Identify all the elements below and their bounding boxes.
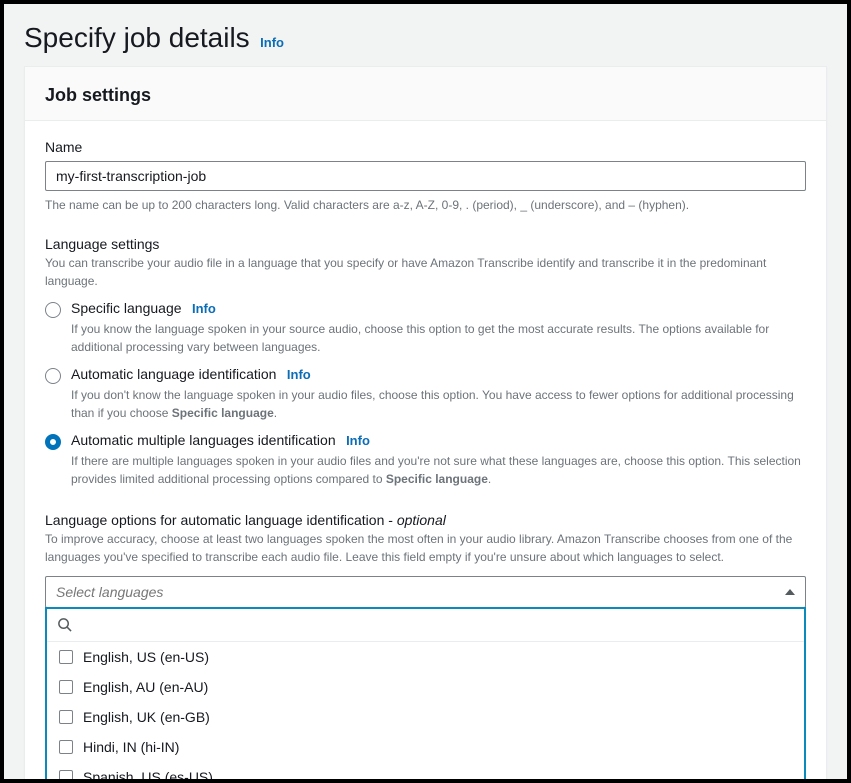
panel-body: Name The name can be up to 200 character… bbox=[25, 121, 826, 779]
multiselect-placeholder: Select languages bbox=[56, 584, 785, 600]
radio-auto-multiple-languages[interactable]: Automatic multiple languages identificat… bbox=[45, 432, 806, 488]
name-help-text: The name can be up to 200 characters lon… bbox=[45, 197, 806, 214]
option-label: English, US (en-US) bbox=[83, 649, 209, 665]
option-label: Spanish, US (es-US) bbox=[83, 769, 213, 779]
name-input[interactable] bbox=[45, 161, 806, 191]
radio-content: Automatic language identification Info I… bbox=[71, 366, 806, 422]
multiselect-header[interactable]: Select languages bbox=[46, 577, 805, 607]
language-options-title: Language options for automatic language … bbox=[45, 512, 806, 528]
radio-specific-language[interactable]: Specific language Info If you know the l… bbox=[45, 300, 806, 356]
radio-content: Automatic multiple languages identificat… bbox=[71, 432, 806, 488]
checkbox[interactable] bbox=[59, 650, 73, 664]
option-label: Hindi, IN (hi-IN) bbox=[83, 739, 179, 755]
caret-up-icon bbox=[785, 589, 795, 595]
page-info-link[interactable]: Info bbox=[260, 35, 284, 50]
radio-content: Specific language Info If you know the l… bbox=[71, 300, 806, 356]
language-settings-section: Language settings You can transcribe you… bbox=[45, 236, 806, 488]
page-title: Specify job details bbox=[24, 22, 250, 53]
info-link[interactable]: Info bbox=[287, 367, 311, 382]
checkbox[interactable] bbox=[59, 740, 73, 754]
radio-desc: If you know the language spoken in your … bbox=[71, 320, 806, 356]
radio-label: Automatic multiple languages identificat… bbox=[71, 432, 336, 448]
dropdown-search-input[interactable] bbox=[80, 615, 794, 635]
page-header: Specify job details Info bbox=[4, 4, 847, 66]
language-settings-title: Language settings bbox=[45, 236, 806, 252]
job-settings-panel: Job settings Name The name can be up to … bbox=[24, 66, 827, 779]
language-dropdown: English, US (en-US) English, AU (en-AU) … bbox=[45, 607, 806, 779]
info-link[interactable]: Info bbox=[346, 433, 370, 448]
option-label: English, UK (en-GB) bbox=[83, 709, 210, 725]
option-label: English, AU (en-AU) bbox=[83, 679, 208, 695]
panel-heading: Job settings bbox=[45, 85, 806, 106]
checkbox[interactable] bbox=[59, 680, 73, 694]
radio-auto-language[interactable]: Automatic language identification Info I… bbox=[45, 366, 806, 422]
language-option-en-gb[interactable]: English, UK (en-GB) bbox=[47, 702, 804, 732]
dropdown-search-row bbox=[47, 609, 804, 642]
radio-button[interactable] bbox=[45, 302, 61, 318]
language-settings-desc: You can transcribe your audio file in a … bbox=[45, 254, 806, 290]
radio-desc: If you don't know the language spoken in… bbox=[71, 386, 806, 422]
checkbox[interactable] bbox=[59, 770, 73, 779]
radio-label: Specific language bbox=[71, 300, 182, 316]
language-option-en-us[interactable]: English, US (en-US) bbox=[47, 642, 804, 672]
radio-button[interactable] bbox=[45, 368, 61, 384]
radio-label: Automatic language identification bbox=[71, 366, 276, 382]
panel-header: Job settings bbox=[25, 67, 826, 121]
radio-desc: If there are multiple languages spoken i… bbox=[71, 452, 806, 488]
info-link[interactable]: Info bbox=[192, 301, 216, 316]
radio-button-selected[interactable] bbox=[45, 434, 61, 450]
checkbox[interactable] bbox=[59, 710, 73, 724]
language-multiselect[interactable]: Select languages bbox=[45, 576, 806, 608]
name-label: Name bbox=[45, 139, 806, 155]
language-options-desc: To improve accuracy, choose at least two… bbox=[45, 530, 806, 566]
language-option-es-us[interactable]: Spanish, US (es-US) bbox=[47, 762, 804, 779]
language-option-hi-in[interactable]: Hindi, IN (hi-IN) bbox=[47, 732, 804, 762]
language-option-en-au[interactable]: English, AU (en-AU) bbox=[47, 672, 804, 702]
page-container: Specify job details Info Job settings Na… bbox=[4, 4, 847, 779]
search-icon bbox=[57, 617, 72, 632]
